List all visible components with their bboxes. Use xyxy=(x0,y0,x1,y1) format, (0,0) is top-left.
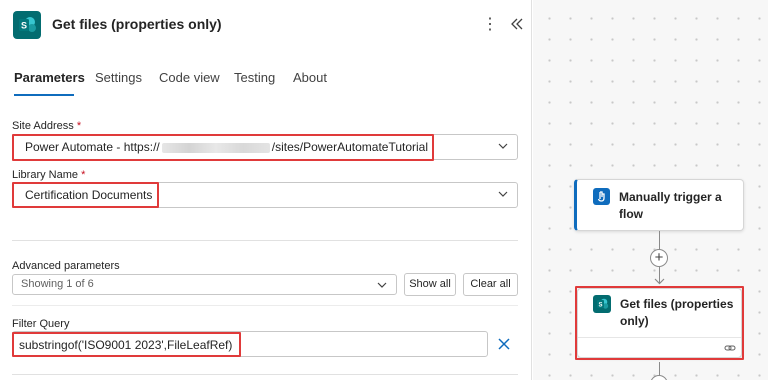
card-divider xyxy=(578,337,741,338)
section-divider xyxy=(12,240,518,241)
advanced-parameters-label: Advanced parameters xyxy=(12,260,120,272)
plus-icon[interactable] xyxy=(650,375,668,380)
site-address-dropdown[interactable]: Power Automate - https:// /sites/PowerAut… xyxy=(12,134,518,160)
panel-title: Get files (properties only) xyxy=(52,16,222,32)
connector-line xyxy=(659,231,660,250)
site-address-prefix: Power Automate - https:// xyxy=(25,140,160,154)
site-address-label: Site Address * xyxy=(12,120,81,132)
library-name-label: Library Name * xyxy=(12,169,85,181)
svg-text:S: S xyxy=(21,21,27,31)
tab-settings[interactable]: Settings xyxy=(95,70,142,85)
section-divider xyxy=(12,374,518,375)
manual-trigger-icon xyxy=(593,188,610,205)
advanced-parameters-value: Showing 1 of 6 xyxy=(21,278,94,290)
tab-testing[interactable]: Testing xyxy=(234,70,275,85)
site-address-label-text: Site Address xyxy=(12,120,74,132)
tab-parameters[interactable]: Parameters xyxy=(14,70,85,85)
trigger-card-title: Manually trigger a flow xyxy=(619,190,722,221)
arrow-down-icon xyxy=(654,278,665,285)
tab-code-view[interactable]: Code view xyxy=(159,70,220,85)
library-name-dropdown[interactable]: Certification Documents xyxy=(12,182,518,208)
active-tab-indicator xyxy=(14,94,74,96)
panel-header: S Get files (properties only) ⋮ xyxy=(0,0,532,50)
sharepoint-icon: S xyxy=(593,295,611,313)
svg-text:S: S xyxy=(598,303,602,309)
required-mark: * xyxy=(76,120,82,132)
action-card[interactable]: S Get files (properties only) xyxy=(577,288,742,358)
chevron-down-icon xyxy=(498,143,508,149)
action-config-panel: S Get files (properties only) ⋮ Paramete… xyxy=(0,0,532,380)
filter-query-input[interactable]: substringof('ISO9001 2023',FileLeafRef) xyxy=(12,331,488,357)
more-vertical-icon[interactable]: ⋮ xyxy=(482,14,498,36)
library-name-value: Certification Documents xyxy=(25,188,153,202)
redacted-blur xyxy=(161,142,270,153)
link-icon[interactable] xyxy=(724,343,736,353)
site-address-value: Power Automate - https:// /sites/PowerAut… xyxy=(25,140,428,154)
filter-query-label: Filter Query xyxy=(12,318,70,330)
filter-query-value: substringof('ISO9001 2023',FileLeafRef) xyxy=(19,338,233,352)
action-card-title: Get files (properties only) xyxy=(620,297,734,328)
tab-about[interactable]: About xyxy=(293,70,327,85)
double-chevron-left-icon[interactable] xyxy=(508,13,526,35)
plus-icon[interactable]: + xyxy=(650,249,668,267)
chevron-down-icon xyxy=(377,282,387,288)
required-mark: * xyxy=(81,169,86,181)
trigger-card[interactable]: Manually trigger a flow xyxy=(574,179,744,231)
library-name-label-text: Library Name xyxy=(12,169,79,181)
show-all-button[interactable]: Show all xyxy=(404,273,456,296)
sharepoint-icon: S xyxy=(13,11,41,39)
clear-all-button[interactable]: Clear all xyxy=(463,273,518,296)
flow-canvas[interactable]: Manually trigger a flow + S Get files (p… xyxy=(533,0,768,380)
chevron-down-icon xyxy=(498,191,508,197)
close-icon[interactable] xyxy=(496,336,512,352)
section-divider xyxy=(12,305,518,306)
advanced-parameters-select[interactable]: Showing 1 of 6 xyxy=(12,274,397,295)
site-address-suffix: /sites/PowerAutomateTutorial xyxy=(271,140,429,154)
